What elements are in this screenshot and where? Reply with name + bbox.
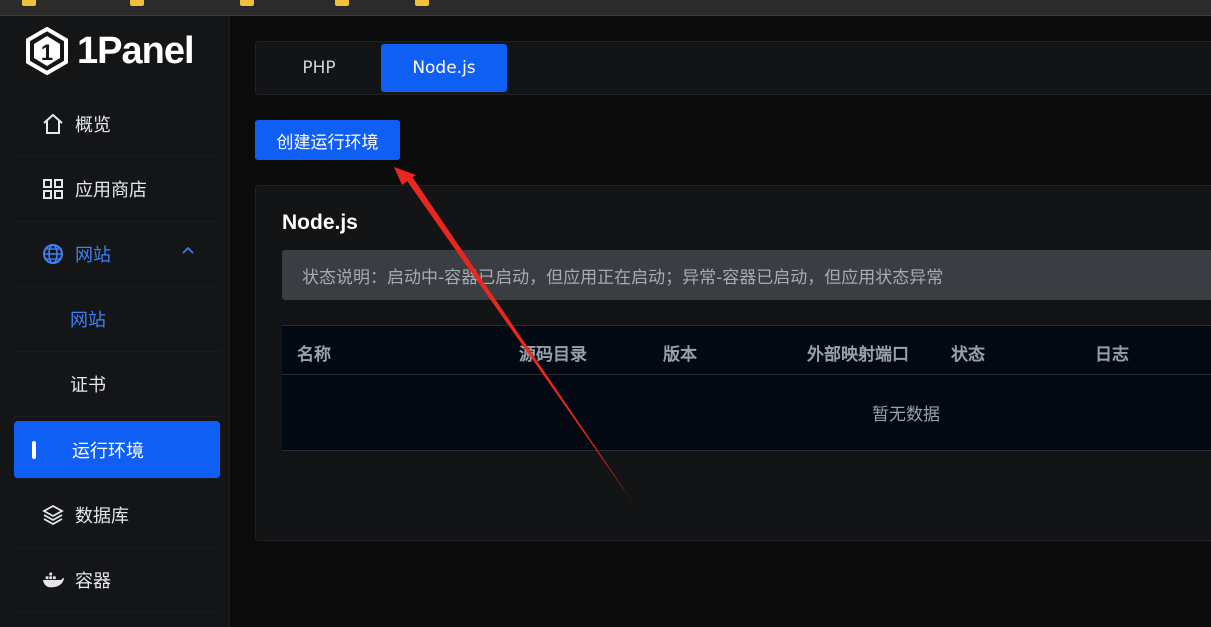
sidebar-item-label: 数据库 — [75, 506, 129, 527]
tab-nodejs[interactable]: Node.js — [381, 44, 507, 92]
sidebar-item-label: 应用商店 — [75, 180, 147, 201]
active-indicator — [32, 441, 36, 459]
runtime-tabs: PHP Node.js — [255, 41, 1211, 95]
bookmarks-bar — [0, 0, 1211, 16]
sidebar-subitem-certificate[interactable]: 证书 — [14, 352, 220, 417]
chevron-up-icon[interactable] — [182, 246, 194, 254]
sidebar-item-label: 网站 — [75, 245, 111, 266]
column-header-name[interactable]: 名称 — [297, 340, 331, 365]
sidebar: 1 1Panel 概览 应用商店 网站 网站 证书 运行环境 数据库 容器 — [0, 16, 230, 627]
sidebar-item-website[interactable]: 网站 — [14, 222, 220, 287]
sidebar-subitem-runtime[interactable]: 运行环境 — [14, 421, 220, 479]
table-header: 名称 源码目录 版本 外部映射端口 状态 日志 — [282, 325, 1211, 375]
sidebar-item-label: 证书 — [70, 375, 106, 396]
bookmark-folder-icon[interactable] — [22, 0, 36, 6]
bookmark-folder-icon[interactable] — [335, 0, 349, 6]
runtime-card: Node.js 状态说明：启动中-容器已启动，但应用正在启动；异常-容器已启动，… — [255, 185, 1211, 541]
column-header-log[interactable]: 日志 — [1095, 340, 1129, 365]
grid-icon — [42, 178, 64, 200]
home-icon — [42, 113, 64, 135]
bookmark-folder-icon[interactable] — [130, 0, 144, 6]
sidebar-menu: 概览 应用商店 网站 网站 证书 运行环境 数据库 容器 — [14, 92, 220, 613]
sidebar-item-database[interactable]: 数据库 — [14, 483, 220, 548]
runtime-table: 名称 源码目录 版本 外部映射端口 状态 日志 暂无数据 — [282, 325, 1211, 451]
layers-icon — [42, 504, 64, 526]
sidebar-item-label: 网站 — [70, 310, 106, 331]
column-header-version[interactable]: 版本 — [663, 340, 697, 365]
tab-php[interactable]: PHP — [270, 44, 368, 92]
table-divider — [282, 450, 1211, 451]
sidebar-item-container[interactable]: 容器 — [14, 548, 220, 613]
bookmark-folder-icon[interactable] — [415, 0, 429, 6]
bookmark-folder-icon[interactable] — [240, 0, 254, 6]
globe-icon — [42, 243, 64, 265]
logo-text: 1Panel — [77, 29, 195, 72]
docker-icon — [42, 569, 64, 591]
card-title: Node.js — [282, 211, 358, 234]
column-header-status[interactable]: 状态 — [951, 340, 985, 365]
sidebar-item-label: 容器 — [75, 571, 111, 592]
empty-state-text: 暂无数据 — [872, 405, 940, 425]
sidebar-subitem-website[interactable]: 网站 — [14, 287, 220, 352]
logo-icon: 1 — [26, 27, 68, 75]
status-notice: 状态说明：启动中-容器已启动，但应用正在启动；异常-容器已启动，但应用状态异常 — [282, 250, 1211, 300]
sidebar-item-app-store[interactable]: 应用商店 — [14, 157, 220, 222]
sidebar-item-label: 概览 — [75, 115, 111, 136]
sidebar-item-overview[interactable]: 概览 — [14, 92, 220, 157]
sidebar-item-label: 运行环境 — [72, 440, 144, 462]
logo[interactable]: 1 1Panel — [25, 26, 195, 76]
svg-text:1: 1 — [41, 40, 53, 65]
create-runtime-button[interactable]: 创建运行环境 — [255, 120, 400, 160]
column-header-external-port[interactable]: 外部映射端口 — [807, 340, 909, 365]
column-header-source-dir[interactable]: 源码目录 — [519, 340, 587, 365]
